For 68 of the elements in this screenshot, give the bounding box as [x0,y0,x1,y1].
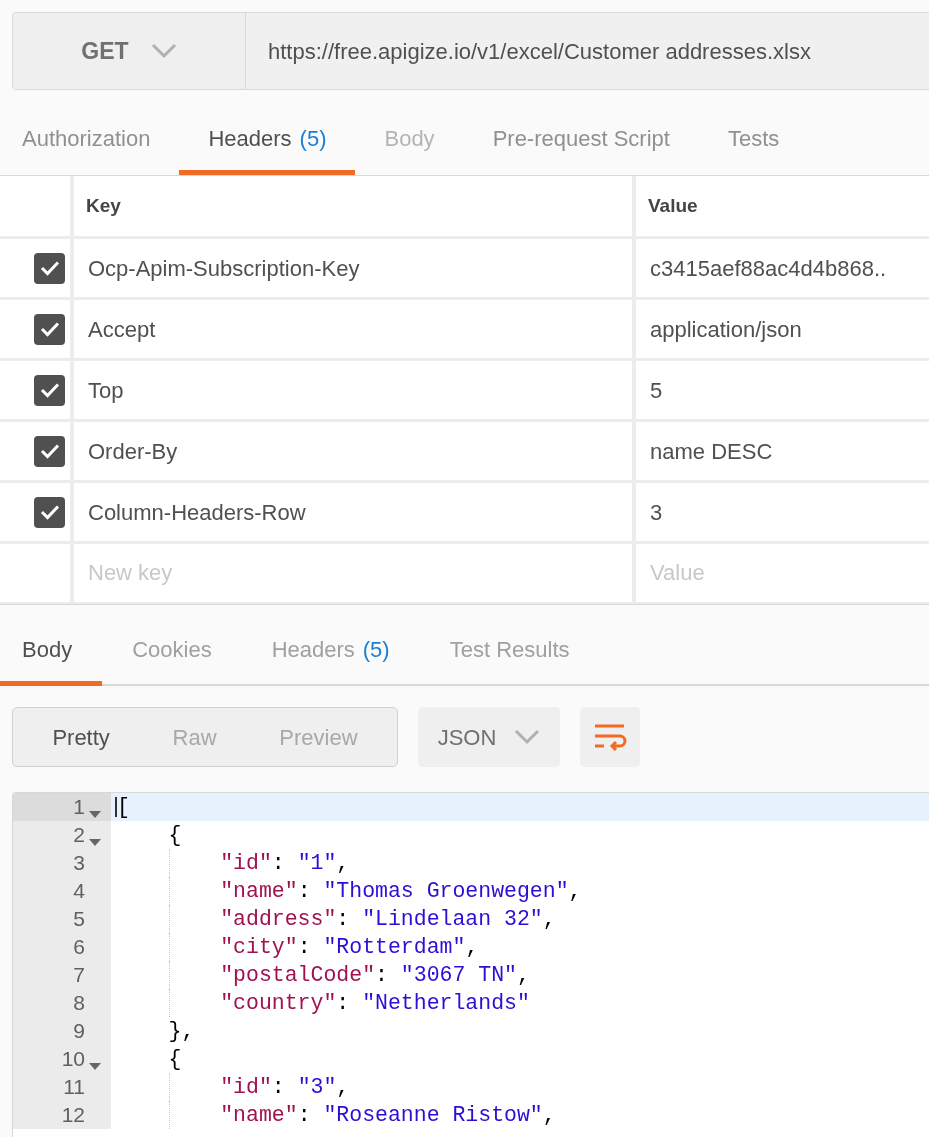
check-icon [39,382,60,398]
wrap-lines-button[interactable] [580,707,640,767]
method-dropdown[interactable]: GET [13,13,246,89]
table-cell [0,176,70,236]
check-icon [39,443,60,459]
checkbox[interactable] [34,435,65,467]
code-line: "country": "Netherlands" [220,991,530,1015]
line-number: 1 [73,794,85,820]
text-cursor [115,797,117,817]
code-line: [ [117,795,130,819]
line-number: 5 [73,906,85,932]
code-line: "address": "Lindelaan 32", [220,907,556,931]
chevron-down-icon [514,729,541,745]
header-value: application/json [636,300,929,358]
column-header: Value [636,176,929,236]
column-header: Key [74,176,632,236]
code-line: "city": "Rotterdam", [220,935,479,959]
line-number: 6 [73,934,85,960]
header-key: Order-By [74,422,632,480]
check-icon [39,260,60,276]
line-number: 9 [73,1018,85,1044]
header-value: 3 [636,483,929,541]
line-number: 3 [73,850,85,876]
view-mode-tab[interactable]: Preview [273,719,364,755]
response-tab[interactable]: Cookies [102,633,242,686]
header-key: Accept [74,300,632,358]
code-line: }, [168,1019,195,1043]
view-mode-tab[interactable]: Raw [166,719,223,755]
wrap-lines-icon [593,723,627,751]
format-dropdown[interactable]: JSON [418,707,560,767]
code-line: "name": "Thomas Groenwegen", [220,879,582,903]
chevron-down-icon [150,43,177,59]
header-value: name DESC [636,422,929,480]
header-key: Ocp-Apim-Subscription-Key [74,239,632,297]
header-key: Column-Headers-Row [74,483,632,541]
response-tab[interactable]: Test Results [419,633,600,686]
check-icon [39,504,60,520]
code-line: "postalCode": "3067 TN", [220,963,530,987]
checkbox[interactable] [34,313,65,345]
checkbox[interactable] [34,496,65,528]
line-number: 11 [63,1074,85,1100]
response-tab[interactable]: Body [0,633,103,686]
request-tab[interactable]: Authorization [0,122,180,175]
line-number: 8 [73,990,85,1016]
fold-arrow-icon[interactable] [89,839,101,848]
line-number: 7 [73,962,85,988]
code-line: "id": "3", [220,1075,350,1099]
header-value: 5 [636,361,929,419]
url-field[interactable]: https://free.apigize.io/v1/excel/Customer addresses.xlsx [246,13,929,89]
line-number: 4 [73,878,85,904]
checkbox[interactable] [34,374,65,406]
check-icon [39,321,60,337]
code-line: { [168,823,182,847]
line-number: 12 [61,1102,85,1128]
code-line: "name": "Roseanne Ristow", [220,1103,556,1127]
fold-arrow-icon[interactable] [89,811,101,820]
request-tab[interactable]: Tests [698,122,809,175]
code-line: "id": "1", [220,851,350,875]
fold-arrow-icon[interactable] [89,1063,101,1072]
view-mode-tab[interactable]: Pretty [46,719,116,755]
code-line: { [168,1047,182,1071]
header-value: c3415aef88ac4d4b868.. [636,239,929,297]
request-tab[interactable]: Pre-request Script [463,122,699,175]
header-key: Top [74,361,632,419]
checkbox[interactable] [34,252,65,284]
response-tab[interactable]: Headers (5) [241,633,420,686]
line-number: 10 [61,1046,85,1072]
line-number: 2 [73,822,85,848]
